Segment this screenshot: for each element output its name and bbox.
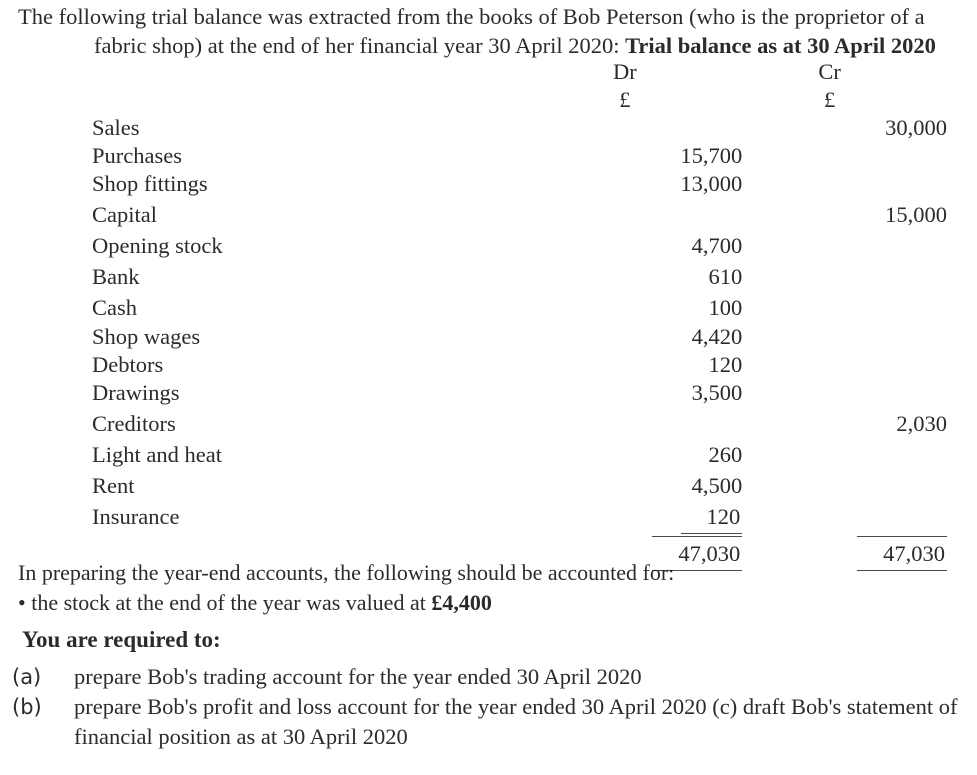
intro-line-1: The following trial balance was extracte…	[18, 4, 925, 29]
row-dr: 100	[540, 292, 744, 323]
table-row: Drawings 3,500	[0, 378, 977, 408]
notes-bullet-text: the stock at the end of the year was val…	[26, 590, 432, 615]
row-cr: 2,030	[744, 408, 977, 439]
table-row: Opening stock 4,700	[0, 230, 977, 261]
task-item: (b) prepare Bob's profit and loss accoun…	[12, 692, 967, 752]
row-dr: 4,500	[540, 470, 744, 501]
row-dr	[540, 199, 744, 230]
task-text: prepare Bob's trading account for the ye…	[74, 662, 967, 692]
table-row: Rent 4,500	[0, 470, 977, 501]
table-row: Sales 30,000	[0, 114, 977, 142]
row-cr	[744, 169, 977, 199]
table-row-last: Insurance 120	[0, 501, 977, 534]
header-dr-currency: £	[540, 86, 744, 114]
table-row: Shop wages 4,420	[0, 323, 977, 351]
row-cr	[744, 351, 977, 379]
row-label: Creditors	[0, 408, 540, 439]
row-cr	[744, 292, 977, 323]
row-dr: 120	[540, 351, 744, 379]
notes-bullet-amount: £4,400	[431, 590, 492, 615]
row-dr: 13,000	[540, 169, 744, 199]
bullet-icon: •	[18, 590, 26, 615]
intro-paragraph: The following trial balance was extracte…	[18, 2, 970, 60]
trial-balance-heading: Trial balance as at 30 April 2020	[625, 33, 936, 58]
table-row: Capital 15,000	[0, 199, 977, 230]
intro-line-2-plain: fabric shop) at the end of her financial…	[94, 33, 625, 58]
table-row: Cash 100	[0, 292, 977, 323]
header-dr: Dr	[540, 58, 744, 86]
task-text: prepare Bob's profit and loss account fo…	[74, 692, 967, 752]
row-dr: 15,700	[540, 142, 744, 170]
task-marker: (a)	[12, 662, 74, 692]
notes-intro: In preparing the year-end accounts, the …	[18, 558, 958, 587]
notes-bullet-item: • the stock at the end of the year was v…	[18, 588, 958, 617]
row-dr: 120	[540, 501, 744, 534]
row-dr: 3,500	[540, 378, 744, 408]
row-cr: 30,000	[744, 114, 977, 142]
row-label: Light and heat	[0, 439, 540, 470]
table-row: Light and heat 260	[0, 439, 977, 470]
document-page: The following trial balance was extracte…	[0, 0, 977, 775]
notes-section: In preparing the year-end accounts, the …	[18, 558, 958, 617]
task-marker: (b)	[12, 692, 74, 722]
row-label: Cash	[0, 292, 540, 323]
row-dr: 4,420	[540, 323, 744, 351]
row-cr	[744, 501, 977, 534]
header-label-cell	[0, 58, 540, 86]
row-cr	[744, 323, 977, 351]
row-cr: 15,000	[744, 199, 977, 230]
table-row: Bank 610	[0, 261, 977, 292]
row-dr-value: 120	[681, 501, 743, 534]
row-label: Opening stock	[0, 230, 540, 261]
row-label: Drawings	[0, 378, 540, 408]
row-cr	[744, 230, 977, 261]
intro-line-2: fabric shop) at the end of her financial…	[94, 31, 970, 60]
trial-balance-table: Dr Cr £ £ Sales 30,000 Purchases 15,700 …	[0, 58, 977, 571]
table-currency-row: £ £	[0, 86, 977, 114]
row-cr	[744, 142, 977, 170]
row-label: Debtors	[0, 351, 540, 379]
row-dr	[540, 114, 744, 142]
table-row: Purchases 15,700	[0, 142, 977, 170]
header-cr-currency: £	[744, 86, 977, 114]
row-label: Rent	[0, 470, 540, 501]
row-dr: 4,700	[540, 230, 744, 261]
row-label: Bank	[0, 261, 540, 292]
row-dr: 610	[540, 261, 744, 292]
row-label: Shop wages	[0, 323, 540, 351]
row-cr	[744, 261, 977, 292]
table-row: Creditors 2,030	[0, 408, 977, 439]
row-label: Purchases	[0, 142, 540, 170]
row-cr	[744, 470, 977, 501]
row-label: Shop fittings	[0, 169, 540, 199]
row-label: Capital	[0, 199, 540, 230]
table-row: Shop fittings 13,000	[0, 169, 977, 199]
row-dr: 260	[540, 439, 744, 470]
table-row: Debtors 120	[0, 351, 977, 379]
header-cr: Cr	[744, 58, 977, 86]
row-cr	[744, 378, 977, 408]
currency-label-cell	[0, 86, 540, 114]
row-label: Insurance	[0, 501, 540, 534]
row-cr	[744, 439, 977, 470]
task-item: (a) prepare Bob's trading account for th…	[12, 662, 967, 692]
row-dr	[540, 408, 744, 439]
row-label: Sales	[0, 114, 540, 142]
required-heading: You are required to:	[22, 627, 221, 653]
required-tasks-list: (a) prepare Bob's trading account for th…	[12, 662, 967, 752]
table-header-row: Dr Cr	[0, 58, 977, 86]
